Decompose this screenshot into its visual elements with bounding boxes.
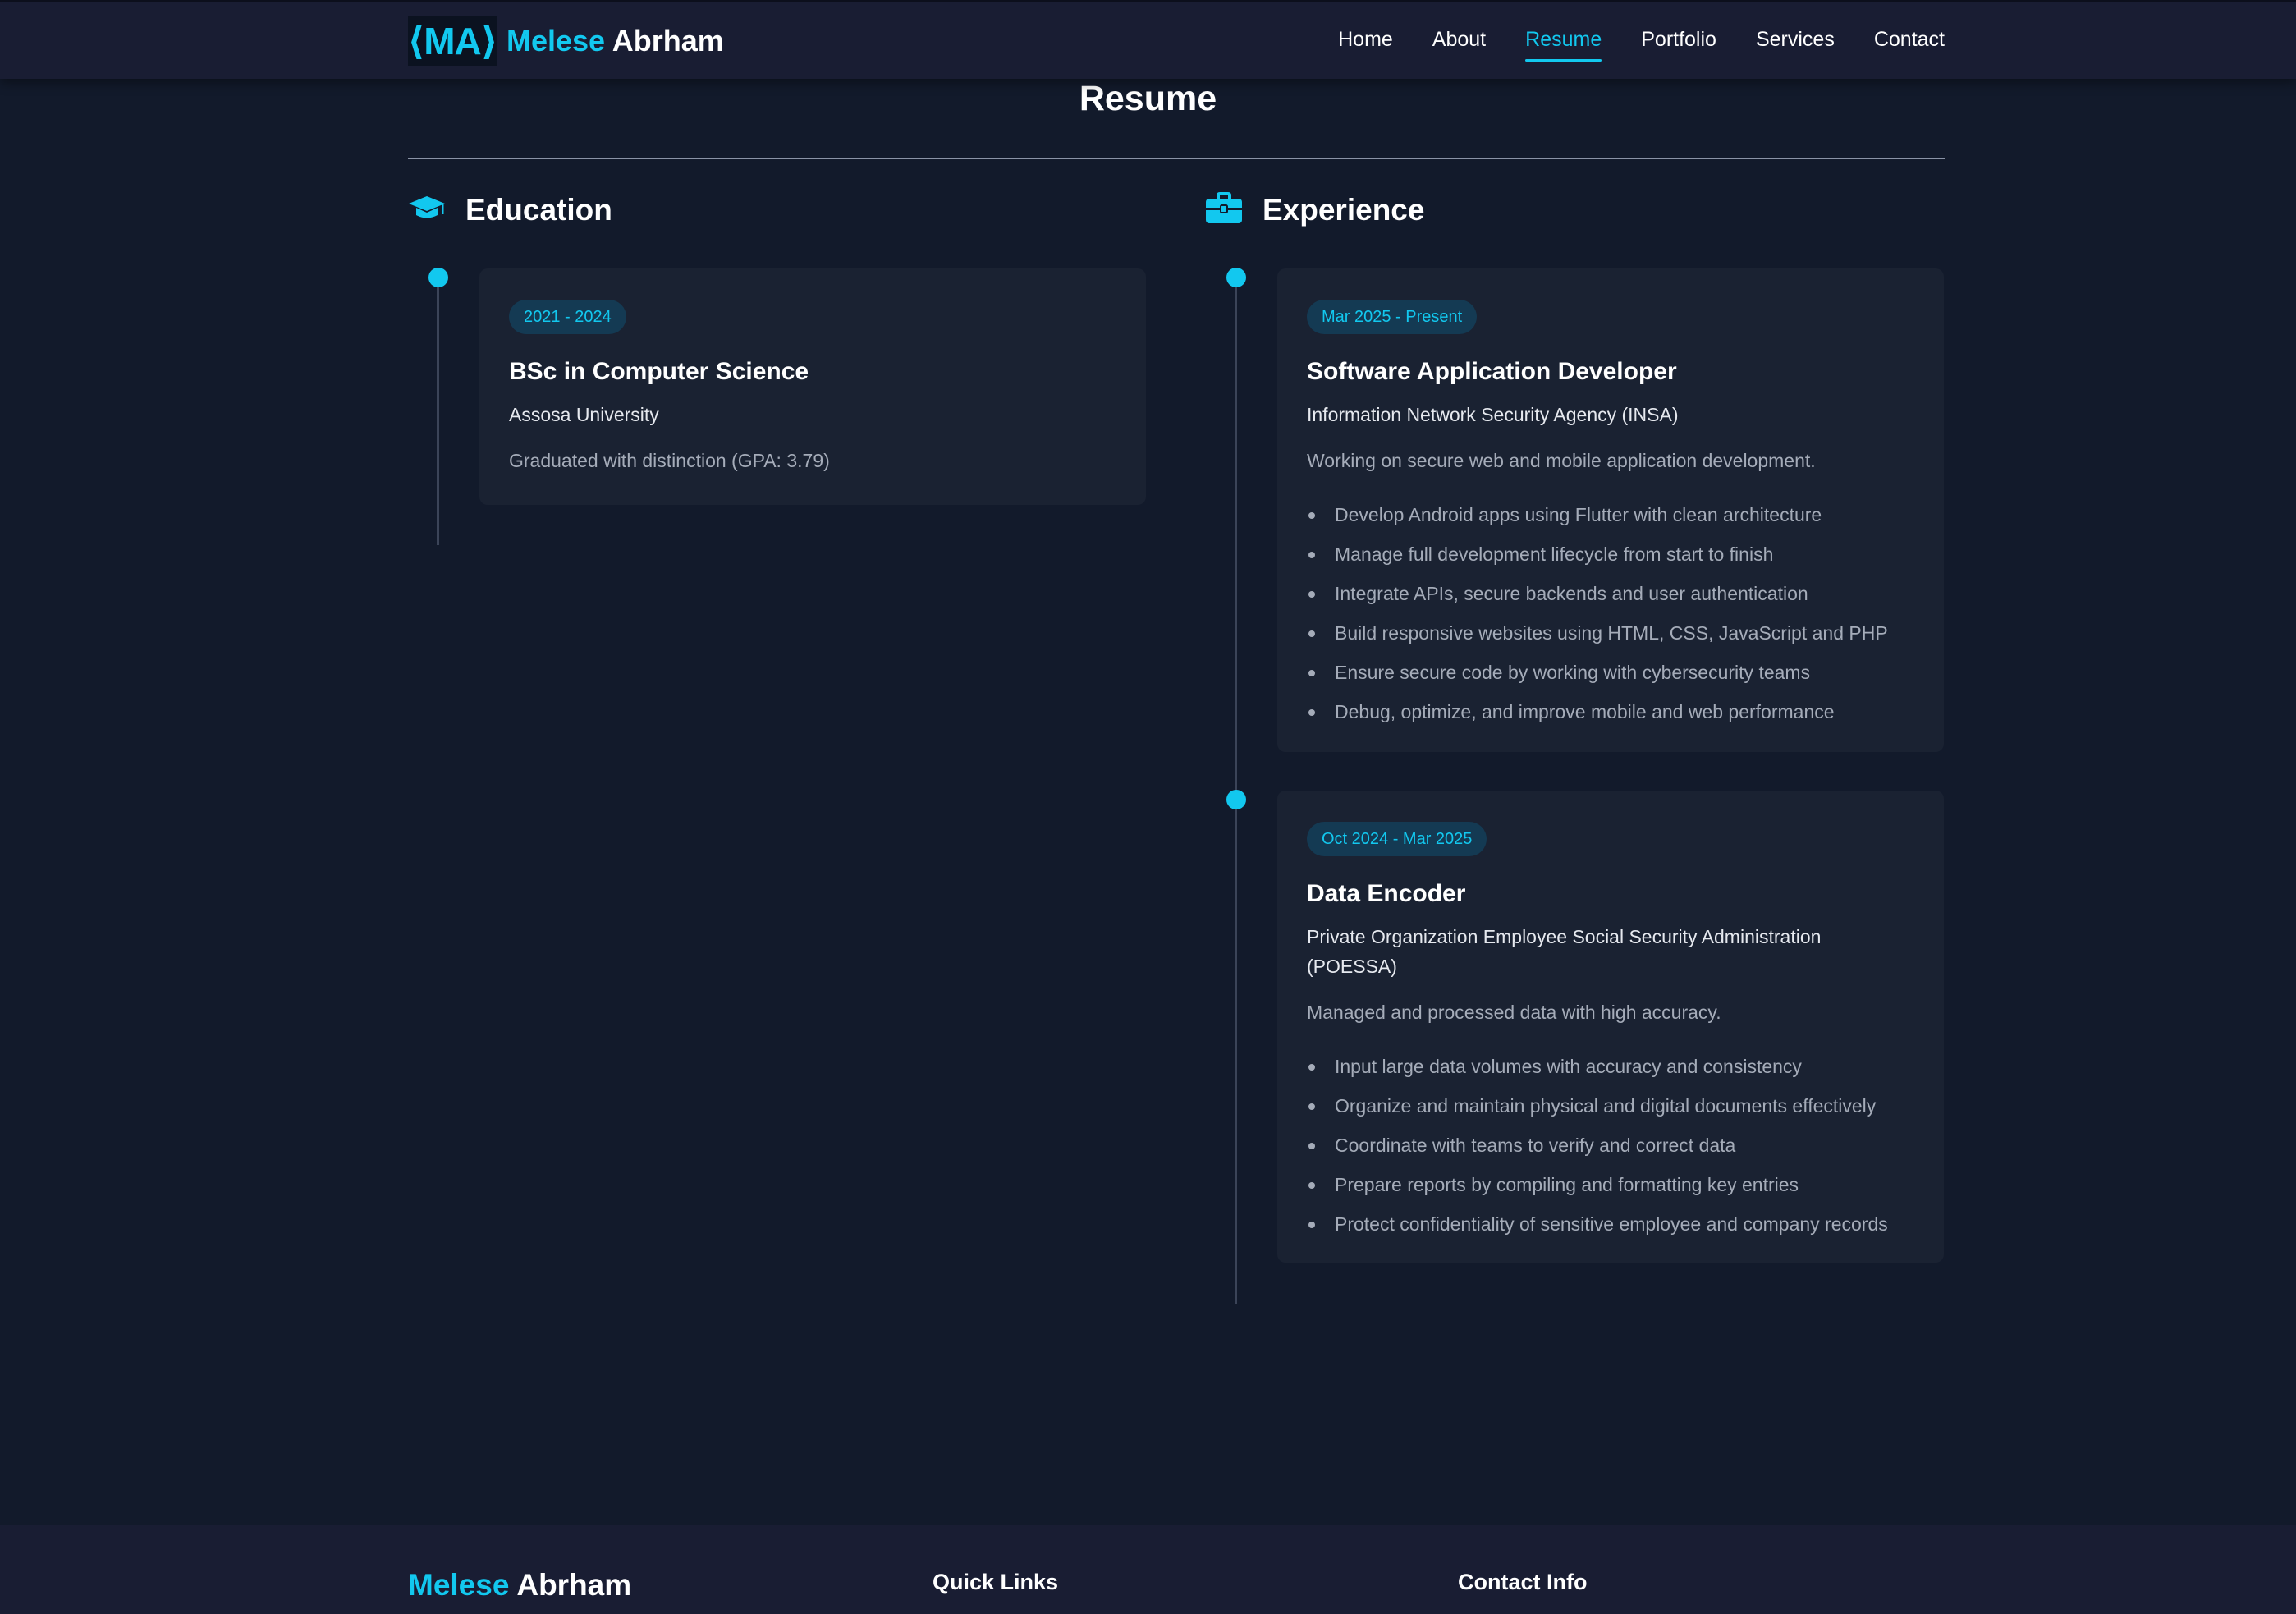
list-item: Develop Android apps using Flutter with …: [1307, 495, 1914, 534]
date-badge: Oct 2024 - Mar 2025: [1307, 822, 1487, 856]
site-footer: Melese Abrham Quick Links Contact Info: [0, 1525, 2296, 1614]
education-timeline-line: [437, 277, 439, 545]
main-nav: Home About Resume Portfolio Services Con…: [1338, 2, 1945, 80]
responsibilities-list: Input large data volumes with accuracy a…: [1307, 1047, 1914, 1244]
logo-last-name: Abrham: [612, 24, 724, 57]
footer-quick-links-heading: Quick Links: [933, 1570, 1059, 1594]
graduation-cap-icon: [408, 195, 446, 227]
briefcase-icon: [1205, 191, 1243, 229]
list-item: Prepare reports by compiling and formatt…: [1307, 1165, 1914, 1204]
card-description: Managed and processed data with high acc…: [1307, 1002, 1721, 1023]
list-item: Coordinate with teams to verify and corr…: [1307, 1126, 1914, 1165]
card-description: Graduated with distinction (GPA: 3.79): [509, 450, 830, 471]
card-description: Working on secure web and mobile applica…: [1307, 450, 1816, 471]
card-organization: Private Organization Employee Social Sec…: [1307, 926, 1822, 977]
card-title: Software Application Developer: [1307, 358, 1677, 385]
responsibilities-list: Develop Android apps using Flutter with …: [1307, 495, 1914, 731]
education-heading-label: Education: [465, 193, 612, 227]
footer-brand-first: Melese: [408, 1568, 510, 1602]
list-item: Debug, optimize, and improve mobile and …: [1307, 692, 1914, 731]
date-badge: Mar 2025 - Present: [1307, 300, 1478, 334]
list-item: Manage full development lifecycle from s…: [1307, 534, 1914, 574]
footer-contact-info-heading: Contact Info: [1458, 1570, 1588, 1594]
experience-heading-label: Experience: [1263, 193, 1425, 227]
nav-resume[interactable]: Resume: [1525, 28, 1602, 62]
experience-timeline-dot: [1226, 790, 1246, 809]
list-item: Integrate APIs, secure backends and user…: [1307, 574, 1914, 613]
logo-badge: ⟨MA⟩: [407, 16, 498, 66]
card-title: BSc in Computer Science: [509, 358, 809, 385]
logo-first-name: Melese: [506, 24, 606, 57]
education-heading: Education: [408, 190, 612, 230]
title-divider: [408, 158, 1945, 159]
education-card: 2021 - 2024 BSc in Computer Science Asso…: [479, 268, 1146, 505]
list-item: Input large data volumes with accuracy a…: [1307, 1047, 1914, 1086]
card-organization: Information Network Security Agency (INS…: [1307, 404, 1679, 425]
list-item: Ensure secure code by working with cyber…: [1307, 653, 1914, 692]
list-item: Build responsive websites using HTML, CS…: [1307, 613, 1914, 653]
experience-timeline-dot: [1226, 268, 1246, 287]
site-header: ⟨MA⟩ Melese Abrham Home About Resume Por…: [0, 0, 2296, 79]
nav-home[interactable]: Home: [1338, 28, 1393, 55]
footer-brand: Melese Abrham: [408, 1568, 631, 1603]
experience-heading: Experience: [1205, 190, 1424, 230]
nav-portfolio[interactable]: Portfolio: [1641, 28, 1716, 55]
card-organization: Assosa University: [509, 404, 659, 425]
nav-contact[interactable]: Contact: [1874, 28, 1945, 55]
section-title: Resume: [1079, 79, 1217, 118]
resume-page: ⟨MA⟩ Melese Abrham Home About Resume Por…: [0, 0, 2296, 1614]
footer-brand-last: Abrham: [516, 1568, 632, 1602]
card-title: Data Encoder: [1307, 880, 1466, 907]
logo-name: Melese Abrham: [506, 24, 724, 58]
experience-card: Mar 2025 - Present Software Application …: [1277, 268, 1944, 752]
list-item: Organize and maintain physical and digit…: [1307, 1086, 1914, 1126]
nav-about[interactable]: About: [1432, 28, 1486, 55]
list-item: Protect confidentiality of sensitive emp…: [1307, 1204, 1914, 1244]
date-badge: 2021 - 2024: [509, 300, 626, 334]
experience-card: Oct 2024 - Mar 2025 Data Encoder Private…: [1277, 791, 1944, 1263]
site-logo[interactable]: ⟨MA⟩ Melese Abrham: [407, 16, 724, 66]
education-timeline-dot: [428, 268, 448, 287]
nav-services[interactable]: Services: [1756, 28, 1835, 55]
